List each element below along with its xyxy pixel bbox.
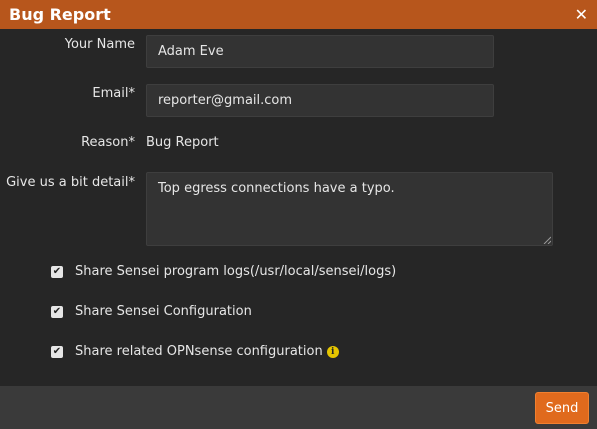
option-share-logs[interactable]: ✔ Share Sensei program logs(/usr/local/s… [51,264,396,279]
email-input[interactable] [146,84,494,117]
share-opnsense-checkbox[interactable]: ✔ [51,345,63,358]
detail-textarea[interactable]: Top egress connections have a typo. [146,172,553,246]
detail-label: Give us a bit detail* [6,175,135,190]
share-logs-checkbox[interactable]: ✔ [51,265,63,278]
reason-value: Bug Report [146,135,219,150]
dialog-title: Bug Report [9,5,111,24]
title-bar: Bug Report ✕ [0,0,597,29]
info-icon[interactable]: i [326,345,339,358]
send-button[interactable]: Send [535,392,589,424]
email-label: Email* [92,86,135,101]
option-share-config[interactable]: ✔ Share Sensei Configuration [51,304,252,319]
resize-grip-icon[interactable] [543,236,551,244]
option-share-opnsense[interactable]: ✔ Share related OPNsense configuration i [51,344,339,359]
dialog-footer [0,386,597,429]
share-config-checkbox[interactable]: ✔ [51,305,63,318]
bug-report-dialog: Bug Report ✕ Your Name Email* Reason* Bu… [0,0,597,429]
share-config-label: Share Sensei Configuration [75,304,252,319]
share-opnsense-label: Share related OPNsense configuration [75,344,323,359]
name-input[interactable] [146,35,494,68]
close-icon[interactable]: ✕ [575,6,588,23]
reason-label: Reason* [81,135,135,150]
name-label: Your Name [64,37,135,52]
share-logs-label: Share Sensei program logs(/usr/local/sen… [75,264,397,279]
